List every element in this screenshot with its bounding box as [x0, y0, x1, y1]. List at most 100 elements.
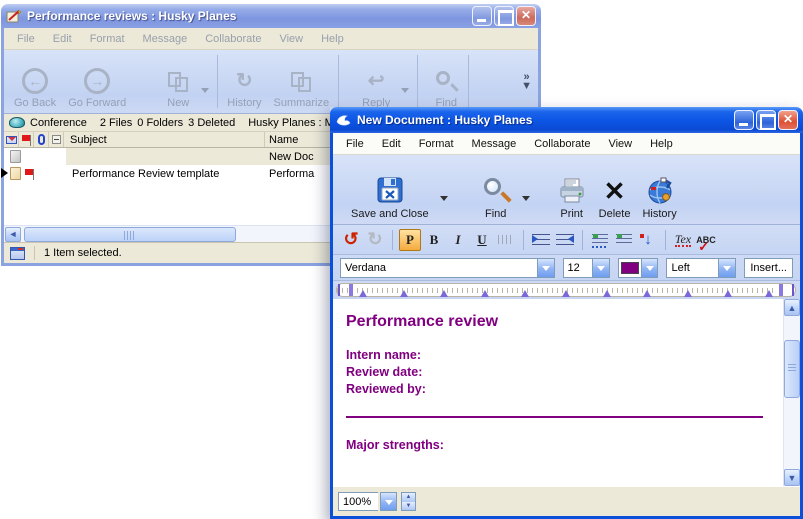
zoom-level[interactable]: 100% — [338, 492, 378, 511]
maximize-button[interactable] — [494, 6, 514, 26]
front-titlebar[interactable]: New Document : Husky Planes — [330, 107, 803, 133]
find-button[interactable]: Find — [427, 50, 465, 113]
save-and-close-button[interactable]: Save and Close — [337, 155, 435, 224]
find-dropdown-arrow[interactable] — [522, 196, 530, 205]
insert-field[interactable]: Insert... — [744, 258, 793, 278]
print-button[interactable]: Print — [551, 155, 593, 224]
chevron-down-icon[interactable] — [537, 259, 554, 277]
paragraph-style-button[interactable] — [613, 229, 635, 251]
tab-stop-marker[interactable] — [481, 286, 489, 297]
menu-help[interactable]: Help — [312, 30, 353, 48]
menu-collaborate[interactable]: Collaborate — [525, 135, 599, 153]
insert-signature-button[interactable]: ↓ — [637, 229, 659, 251]
maximize-button[interactable] — [756, 110, 776, 130]
toolbar-overflow-chevron[interactable]: »▼ — [515, 73, 538, 91]
vertical-scrollbar[interactable]: ▲ ▼ — [783, 299, 800, 486]
scroll-left-button[interactable]: ◄ — [5, 227, 21, 242]
reply-button[interactable]: ↩ Reply — [356, 50, 396, 113]
go-forward-button[interactable]: → Go Forward — [62, 50, 132, 113]
tab-stop-marker[interactable] — [440, 286, 448, 297]
tab-stop-marker[interactable] — [603, 286, 611, 297]
bold-button[interactable]: B — [423, 229, 445, 251]
delete-icon: ✕ — [604, 177, 626, 205]
menu-file[interactable]: File — [337, 135, 373, 153]
menu-edit[interactable]: Edit — [44, 30, 81, 48]
menu-format[interactable]: Format — [410, 135, 463, 153]
new-dropdown-arrow[interactable] — [201, 88, 209, 97]
history-button[interactable]: History — [636, 155, 682, 224]
selection-status: 1 Item selected. — [44, 247, 122, 259]
autocorrect-button[interactable]: Tex — [672, 229, 694, 251]
front-window-title: New Document : Husky Planes — [357, 113, 729, 127]
indent-button[interactable] — [530, 229, 552, 251]
tab-stop-marker[interactable] — [359, 286, 367, 297]
redo-button[interactable]: ↻ — [364, 229, 386, 251]
menu-help[interactable]: Help — [641, 135, 682, 153]
print-icon — [557, 177, 587, 205]
document-editor[interactable]: Performance review Intern name: Review d… — [333, 299, 783, 486]
reply-dropdown-arrow[interactable] — [401, 88, 409, 97]
menu-edit[interactable]: Edit — [373, 135, 410, 153]
minimize-button[interactable] — [472, 6, 492, 26]
menu-view[interactable]: View — [270, 30, 312, 48]
column-flag[interactable] — [19, 132, 34, 147]
tab-stop-marker[interactable] — [562, 286, 570, 297]
italic-button[interactable]: I — [447, 229, 469, 251]
underline-button[interactable]: U — [471, 229, 493, 251]
stepper-down-icon[interactable]: ▼ — [402, 502, 415, 511]
stepper-up-icon[interactable]: ▲ — [402, 493, 415, 502]
zoom-stepper[interactable]: ▲ ▼ — [401, 492, 416, 511]
spellcheck-button[interactable]: ABC — [696, 229, 718, 251]
deleted-count: 3 Deleted — [188, 117, 235, 129]
conference-icon — [9, 117, 25, 128]
menu-message[interactable]: Message — [134, 30, 197, 48]
scroll-down-button[interactable]: ▼ — [784, 469, 800, 486]
tab-stop-marker[interactable] — [684, 286, 692, 297]
chevron-down-icon[interactable] — [718, 259, 735, 277]
scrollbar-thumb[interactable] — [24, 227, 236, 242]
new-button[interactable]: New — [160, 50, 196, 113]
tab-stop-marker[interactable] — [521, 286, 529, 297]
menu-collaborate[interactable]: Collaborate — [196, 30, 270, 48]
font-color-select[interactable] — [618, 258, 658, 278]
back-titlebar[interactable]: Performance reviews : Husky Planes — [1, 4, 541, 28]
close-button[interactable] — [516, 6, 536, 26]
tab-stop-marker[interactable] — [765, 286, 773, 297]
tab-stop-marker[interactable] — [724, 286, 732, 297]
zoom-dropdown-button[interactable] — [380, 492, 397, 511]
tab-stop-marker[interactable] — [643, 286, 651, 297]
scrollbar-thumb[interactable] — [784, 340, 800, 398]
go-back-button[interactable]: ← Go Back — [8, 50, 62, 113]
menu-file[interactable]: File — [8, 30, 44, 48]
history-button[interactable]: ↻ History — [221, 50, 267, 113]
find-button[interactable]: Find — [475, 155, 517, 224]
summarize-button[interactable]: Summarize — [268, 50, 336, 113]
back-menubar: File Edit Format Message Collaborate Vie… — [4, 28, 538, 50]
menu-view[interactable]: View — [599, 135, 641, 153]
close-button[interactable] — [778, 110, 798, 130]
tab-stop-marker[interactable] — [400, 286, 408, 297]
undo-button[interactable]: ↺ — [340, 229, 362, 251]
font-family-select[interactable]: Verdana — [340, 258, 555, 278]
doc-heading: Performance review — [346, 313, 777, 331]
column-collapse[interactable] — [49, 132, 64, 147]
menu-message[interactable]: Message — [463, 135, 526, 153]
ruler[interactable] — [336, 283, 796, 297]
column-attachment[interactable] — [34, 132, 49, 147]
split-pane-icon[interactable] — [10, 247, 25, 260]
column-unread[interactable] — [4, 132, 19, 147]
plain-style-button[interactable]: P — [399, 229, 421, 251]
fixed-font-button[interactable] — [495, 229, 517, 251]
outdent-button[interactable] — [554, 229, 576, 251]
save-dropdown-arrow[interactable] — [440, 196, 448, 205]
minimize-button[interactable] — [734, 110, 754, 130]
chevron-down-icon[interactable] — [592, 259, 609, 277]
insert-rule-button[interactable] — [589, 229, 611, 251]
chevron-down-icon[interactable] — [641, 259, 658, 277]
alignment-select[interactable]: Left — [666, 258, 736, 278]
delete-button[interactable]: ✕ Delete — [593, 155, 637, 224]
menu-format[interactable]: Format — [81, 30, 134, 48]
font-size-select[interactable]: 12 — [563, 258, 611, 278]
scroll-up-button[interactable]: ▲ — [784, 299, 800, 316]
subject-column-header[interactable]: Subject — [64, 132, 265, 147]
